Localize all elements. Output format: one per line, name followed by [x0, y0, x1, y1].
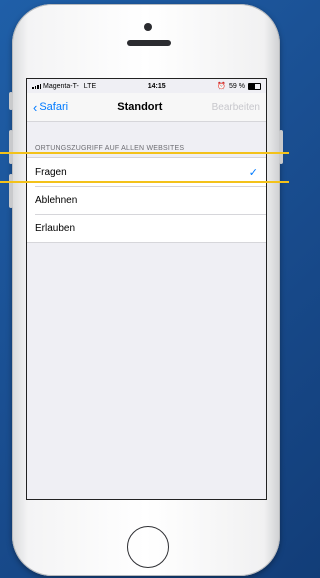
- front-camera: [144, 23, 152, 31]
- option-label: Ablehnen: [35, 194, 78, 206]
- navigation-bar: ‹ Safari Standort Bearbeiten: [27, 93, 266, 122]
- option-label: Erlauben: [35, 222, 76, 234]
- battery-icon: [248, 82, 261, 90]
- power-button: [279, 130, 283, 164]
- back-label: Safari: [39, 101, 69, 113]
- status-bar: Magenta-T- LTE 14:15 ⏰ 59 %: [27, 79, 266, 93]
- home-button[interactable]: [127, 526, 169, 568]
- volume-up-button: [9, 130, 13, 164]
- location-access-list: Fragen ✓ Ablehnen Erlauben: [27, 157, 266, 243]
- iphone-frame: Magenta-T- LTE 14:15 ⏰ 59 % ‹ Safari Sta…: [9, 4, 283, 576]
- back-button[interactable]: ‹ Safari: [33, 101, 68, 114]
- time-label: 14:15: [147, 82, 166, 90]
- option-fragen[interactable]: Fragen ✓: [27, 158, 266, 186]
- option-ablehnen[interactable]: Ablehnen: [27, 186, 266, 214]
- battery-label: 59 %: [229, 82, 245, 90]
- network-label: LTE: [83, 82, 97, 90]
- chevron-left-icon: ‹: [33, 99, 38, 115]
- edit-button[interactable]: Bearbeiten: [212, 102, 260, 113]
- option-label: Fragen: [35, 166, 67, 178]
- option-erlauben[interactable]: Erlauben: [27, 214, 266, 242]
- checkmark-icon: ✓: [248, 166, 258, 179]
- volume-down-button: [9, 174, 13, 208]
- mute-switch: [9, 92, 13, 110]
- signal-icon: [32, 83, 41, 89]
- earpiece-speaker: [127, 40, 171, 46]
- alarm-icon: ⏰: [217, 83, 227, 90]
- page-title: Standort: [117, 101, 163, 113]
- carrier-label: Magenta-T-: [43, 82, 79, 90]
- phone-screen: Magenta-T- LTE 14:15 ⏰ 59 % ‹ Safari Sta…: [26, 78, 267, 500]
- section-header: ORTUNGSZUGRIFF AUF ALLEN WEBSITES: [35, 145, 185, 152]
